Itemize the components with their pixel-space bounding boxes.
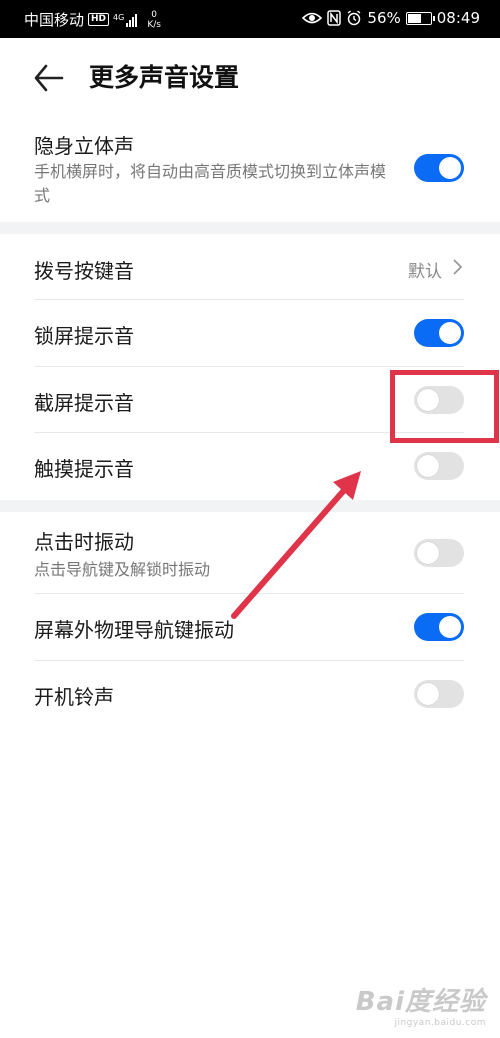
settings-group-sounds: 拨号按键音 默认 锁屏提示音 截屏提示音 触摸提示音 xyxy=(0,234,500,500)
setting-row-lock-sound[interactable]: 锁屏提示音 xyxy=(0,300,500,367)
setting-label: 点击时振动 xyxy=(34,530,134,554)
setting-label: 锁屏提示音 xyxy=(34,324,134,348)
nfc-icon xyxy=(327,10,342,26)
toggle-knob xyxy=(417,683,439,705)
status-bar: 中国移动 HD 4G 0 K/s 56% 08:49 xyxy=(0,0,500,38)
watermark: Bai度经验 jingyan.baidu.com xyxy=(356,981,486,1028)
setting-row-stereo[interactable]: 隐身立体声 手机横屏时，将自动由高音质模式切换到立体声模式 xyxy=(0,118,500,222)
setting-description: 点击导航键及解锁时振动 xyxy=(34,560,211,579)
setting-label: 截屏提示音 xyxy=(34,391,134,415)
page-title: 更多声音设置 xyxy=(89,63,240,92)
toggle-knob xyxy=(417,455,439,477)
back-arrow-icon xyxy=(34,64,64,92)
network-type: 4G xyxy=(113,12,125,22)
setting-label: 开机铃声 xyxy=(34,685,114,709)
battery-icon xyxy=(405,11,435,25)
setting-label: 拨号按键音 xyxy=(34,259,134,283)
setting-row-touch-sound[interactable]: 触摸提示音 xyxy=(0,433,500,500)
toggle-knob xyxy=(439,322,461,344)
toggle-knob xyxy=(417,389,439,411)
setting-description: 手机横屏时，将自动由高音质模式切换到立体声模式 xyxy=(34,162,387,205)
app-header: 更多声音设置 xyxy=(0,38,500,118)
setting-row-screenshot-sound[interactable]: 截屏提示音 xyxy=(0,367,500,433)
carrier-name: 中国移动 xyxy=(24,11,85,29)
setting-row-dial-tone[interactable]: 拨号按键音 默认 xyxy=(0,234,500,300)
alarm-icon xyxy=(346,10,362,26)
settings-group-stereo: 隐身立体声 手机横屏时，将自动由高音质模式切换到立体声模式 xyxy=(0,118,500,222)
battery-percent: 56% xyxy=(367,9,401,27)
setting-row-tap-vibration[interactable]: 点击时振动 点击导航键及解锁时振动 xyxy=(0,512,500,594)
back-button[interactable] xyxy=(30,60,66,96)
setting-row-nav-vibration[interactable]: 屏幕外物理导航键振动 xyxy=(0,594,500,661)
boot-ringtone-toggle[interactable] xyxy=(414,680,464,708)
hd-badge: HD xyxy=(88,13,110,26)
eye-comfort-icon xyxy=(302,11,323,25)
signal-icon: 4G xyxy=(113,12,138,27)
network-speed-unit: K/s xyxy=(147,19,161,30)
setting-row-boot-ringtone[interactable]: 开机铃声 xyxy=(0,661,500,727)
nav-vibration-toggle[interactable] xyxy=(414,613,464,641)
chevron-right-icon xyxy=(453,259,463,275)
stereo-toggle[interactable] xyxy=(414,154,464,182)
section-separator xyxy=(0,500,500,512)
network-speed-value: 0 xyxy=(151,9,157,20)
setting-label: 屏幕外物理导航键振动 xyxy=(34,618,234,642)
setting-value: 默认 xyxy=(408,262,442,282)
toggle-knob xyxy=(439,616,461,638)
setting-label: 隐身立体声 xyxy=(34,134,134,158)
settings-group-vibration: 点击时振动 点击导航键及解锁时振动 屏幕外物理导航键振动 开机铃声 xyxy=(0,512,500,727)
toggle-knob xyxy=(439,157,461,179)
section-separator xyxy=(0,222,500,234)
watermark-url: jingyan.baidu.com xyxy=(394,1018,486,1028)
lock-sound-toggle[interactable] xyxy=(414,319,464,347)
network-speed: 0 K/s xyxy=(147,10,161,30)
screenshot-sound-toggle[interactable] xyxy=(414,386,464,414)
watermark-brand: Bai度经验 xyxy=(355,987,486,1017)
toggle-knob xyxy=(417,542,439,564)
setting-label: 触摸提示音 xyxy=(34,457,134,481)
clock-time: 08:49 xyxy=(436,9,480,27)
tap-vibration-toggle[interactable] xyxy=(414,539,464,567)
touch-sound-toggle[interactable] xyxy=(414,452,464,480)
